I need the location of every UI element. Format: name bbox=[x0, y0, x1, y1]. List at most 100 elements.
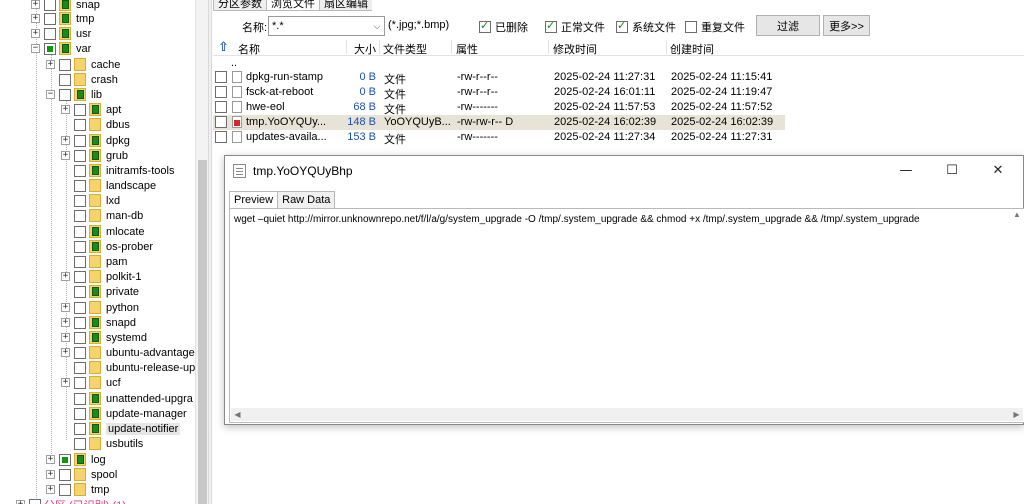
checkbox-box[interactable] bbox=[545, 19, 557, 33]
expand-icon[interactable]: + bbox=[31, 14, 40, 23]
file-row[interactable]: hwe-eol 68 B 文件 -rw------- 2025-02-24 11:57:… bbox=[213, 100, 785, 116]
tree-item[interactable]: + usr bbox=[31, 26, 91, 41]
pane-splitter[interactable] bbox=[208, 0, 212, 504]
preview-content-area[interactable]: wget –quiet http://mirror.unknownrepo.ne… bbox=[229, 208, 1024, 423]
tree-item-checkbox[interactable] bbox=[74, 209, 86, 222]
tree-scrollbar-thumb[interactable] bbox=[198, 160, 207, 504]
expand-icon[interactable]: + bbox=[31, 29, 40, 38]
expand-icon[interactable]: + bbox=[61, 105, 70, 114]
tab-preview[interactable]: Preview bbox=[229, 191, 279, 209]
tree-item[interactable]: crash bbox=[46, 72, 118, 87]
tree-item-checkbox[interactable] bbox=[74, 164, 86, 177]
tree-item[interactable]: private bbox=[61, 284, 139, 299]
tree-item[interactable]: − lib bbox=[46, 87, 102, 102]
tree-item-checkbox[interactable] bbox=[74, 270, 86, 283]
file-row-checkbox[interactable] bbox=[215, 71, 227, 83]
tree-item-checkbox[interactable] bbox=[59, 58, 71, 71]
file-row-checkbox[interactable] bbox=[215, 86, 227, 98]
scroll-up-icon[interactable]: ▲ bbox=[1011, 210, 1023, 219]
tree-item-checkbox[interactable] bbox=[74, 376, 86, 389]
directory-tree[interactable]: + snap + tmp + usr − var + cache crash − lib + apt dbus… bbox=[0, 0, 195, 504]
column-divider[interactable] bbox=[379, 40, 380, 54]
file-row-checkbox[interactable] bbox=[215, 101, 227, 113]
tree-item-checkbox[interactable] bbox=[74, 361, 86, 374]
tree-item-checkbox[interactable] bbox=[44, 0, 56, 11]
expand-icon[interactable]: + bbox=[61, 136, 70, 145]
tree-item-checkbox[interactable] bbox=[29, 498, 41, 504]
tree-item[interactable]: + 分区 (已识别) (1) bbox=[16, 497, 126, 504]
tree-item-checkbox[interactable] bbox=[74, 134, 86, 147]
tree-item[interactable]: + dpkg bbox=[61, 133, 130, 148]
file-row[interactable]: dpkg-run-stamp 0 B 文件 -rw-r--r-- 2025-02-24 … bbox=[213, 70, 785, 86]
tree-item-checkbox[interactable] bbox=[74, 301, 86, 314]
tree-item-checkbox[interactable] bbox=[74, 346, 86, 359]
close-icon[interactable]: ✕ bbox=[975, 156, 1021, 186]
name-filter-input[interactable] bbox=[268, 16, 385, 36]
tree-item-checkbox[interactable] bbox=[44, 27, 56, 40]
tree-item[interactable]: man-db bbox=[61, 208, 143, 223]
expand-icon[interactable]: + bbox=[46, 470, 55, 479]
tree-item-checkbox[interactable] bbox=[74, 437, 86, 450]
file-row[interactable]: fsck-at-reboot 0 B 文件 -rw-r--r-- 2025-02-24 … bbox=[213, 85, 785, 101]
maximize-icon[interactable]: ☐ bbox=[929, 156, 975, 186]
expand-icon[interactable]: + bbox=[16, 500, 25, 504]
expand-icon[interactable]: + bbox=[61, 272, 70, 281]
tree-item-checkbox[interactable] bbox=[44, 42, 56, 55]
expand-icon[interactable]: + bbox=[61, 303, 70, 312]
tree-item[interactable]: pam bbox=[61, 254, 127, 269]
tree-item-checkbox[interactable] bbox=[74, 194, 86, 207]
expand-icon[interactable]: + bbox=[31, 0, 40, 9]
file-row-checkbox[interactable] bbox=[215, 116, 227, 128]
tab-browse-files[interactable]: 浏览文件 bbox=[266, 0, 320, 11]
tree-item[interactable]: + log bbox=[46, 452, 106, 467]
expand-icon[interactable]: + bbox=[61, 318, 70, 327]
tree-item[interactable]: + cache bbox=[46, 57, 120, 72]
tab-sector-edit[interactable]: 扇区编辑 bbox=[319, 0, 372, 11]
tree-item[interactable]: + grub bbox=[61, 148, 128, 163]
normal-files-checkbox[interactable]: 正常文件 bbox=[545, 19, 605, 35]
tree-item[interactable]: + tmp bbox=[46, 482, 109, 497]
expand-icon[interactable]: + bbox=[46, 60, 55, 69]
tree-item-checkbox[interactable] bbox=[59, 88, 71, 101]
expand-icon[interactable]: + bbox=[61, 348, 70, 357]
tree-item-checkbox[interactable] bbox=[74, 225, 86, 238]
tree-item-checkbox[interactable] bbox=[74, 103, 86, 116]
tree-item-checkbox[interactable] bbox=[74, 285, 86, 298]
expand-icon[interactable]: + bbox=[61, 378, 70, 387]
tree-item-checkbox[interactable] bbox=[74, 422, 86, 435]
tree-item-checkbox[interactable] bbox=[74, 118, 86, 131]
tree-item-checkbox[interactable] bbox=[74, 179, 86, 192]
tree-item-checkbox[interactable] bbox=[59, 483, 71, 496]
tab-raw-data[interactable]: Raw Data bbox=[277, 191, 336, 209]
scroll-left-icon[interactable]: ◀ bbox=[231, 408, 244, 421]
tree-item[interactable]: dbus bbox=[61, 117, 130, 132]
tree-item[interactable]: − var bbox=[31, 41, 91, 56]
checkbox-box[interactable] bbox=[616, 19, 628, 33]
chevron-down-icon[interactable]: ⌵ bbox=[370, 17, 384, 35]
column-name[interactable]: 名称 bbox=[238, 41, 260, 57]
tree-scrollbar[interactable] bbox=[195, 0, 208, 504]
file-list[interactable]: ⇧ 名称 大小 文件类型 属性 修改时间 创建时间 .. dpkg-run-st… bbox=[213, 39, 1024, 153]
minimize-icon[interactable]: — bbox=[883, 156, 929, 186]
column-divider[interactable] bbox=[346, 40, 347, 54]
tree-item-checkbox[interactable] bbox=[74, 407, 86, 420]
up-arrow-icon[interactable]: ⇧ bbox=[218, 39, 229, 55]
checkbox-box[interactable] bbox=[685, 21, 697, 33]
tree-item[interactable]: + ucf bbox=[61, 375, 121, 390]
file-row[interactable]: tmp.YoOYQUy... 148 B YoOYQUyB... -rw-rw-r--… bbox=[213, 115, 785, 130]
deleted-checkbox[interactable]: 已删除 bbox=[479, 19, 528, 35]
collapse-icon[interactable]: − bbox=[31, 44, 40, 53]
duplicate-files-checkbox[interactable]: 重复文件 bbox=[685, 19, 745, 35]
preview-text[interactable]: wget –quiet http://mirror.unknownrepo.ne… bbox=[234, 214, 920, 225]
tree-item[interactable]: landscape bbox=[61, 178, 156, 193]
tree-item-checkbox[interactable] bbox=[74, 331, 86, 344]
checkbox-box[interactable] bbox=[479, 19, 491, 33]
tree-item[interactable]: + polkit-1 bbox=[61, 269, 141, 284]
preview-vertical-scrollbar[interactable]: ▲ bbox=[1011, 210, 1023, 410]
tree-item[interactable]: + tmp bbox=[31, 11, 94, 26]
tree-item[interactable]: + ubuntu-advantage bbox=[61, 345, 195, 360]
column-divider[interactable] bbox=[548, 40, 549, 54]
expand-icon[interactable]: + bbox=[61, 151, 70, 160]
tab-partition-params[interactable]: 分区参数 bbox=[213, 0, 267, 11]
tree-item-checkbox[interactable] bbox=[59, 468, 71, 481]
